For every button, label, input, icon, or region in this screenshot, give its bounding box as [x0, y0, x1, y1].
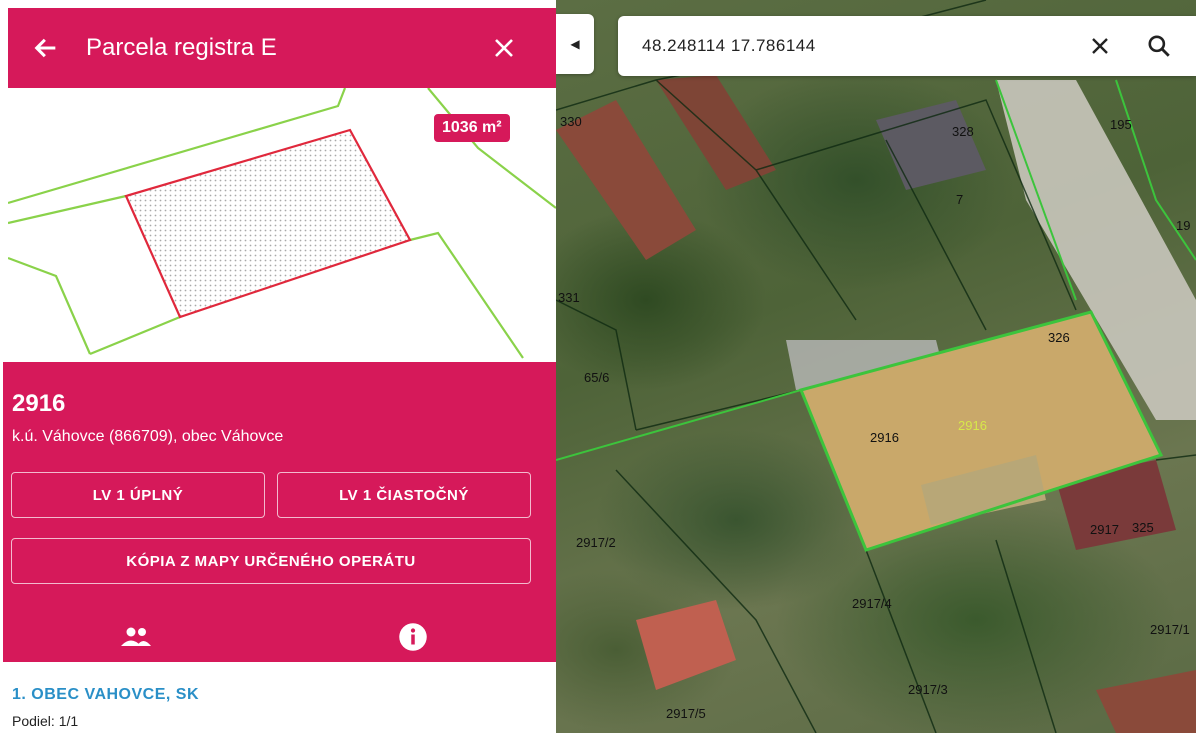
- map-label: 328: [952, 124, 974, 139]
- lv-partial-button[interactable]: LV 1 ČIASTOČNÝ: [277, 472, 531, 518]
- map-label: 325: [1132, 520, 1154, 535]
- map-label: 330: [560, 114, 582, 129]
- parcel-info-section: 2916 k.ú. Váhovce (866709), obec Váhovce…: [3, 362, 556, 665]
- map-label: 2917: [1090, 522, 1119, 537]
- tab-owners[interactable]: [3, 612, 269, 665]
- map-label: 7: [956, 192, 964, 207]
- owner-name[interactable]: 1. OBEC VAHOVCE, SK: [12, 686, 199, 704]
- clear-search-icon[interactable]: [1088, 34, 1112, 58]
- map-label: 326: [1048, 330, 1070, 345]
- parcel-panel: Parcela registra E 1036 m² 2916 k.ú. Váh…: [0, 0, 556, 733]
- map-label: 2917/3: [908, 682, 948, 697]
- search-bar: [618, 16, 1196, 76]
- parcel-number: 2916: [12, 390, 66, 417]
- collapse-panel-button[interactable]: ◀: [556, 14, 594, 74]
- area-badge: 1036 m²: [434, 114, 510, 142]
- lv-full-button[interactable]: LV 1 ÚPLNÝ: [11, 472, 265, 518]
- panel-header: Parcela registra E: [8, 8, 556, 88]
- owner-share: Podiel: 1/1: [12, 713, 79, 729]
- back-arrow-icon[interactable]: [32, 34, 60, 62]
- map-label: 2917/4: [852, 596, 892, 611]
- map-copy-button[interactable]: KÓPIA Z MAPY URČENÉHO OPERÁTU: [11, 538, 531, 584]
- map-label: 331: [558, 290, 580, 305]
- map-view[interactable]: 330 328 195 7 331 65/6 326 2916 2916 291…: [556, 0, 1196, 733]
- selected-parcel-shape: [124, 128, 412, 319]
- map-canvas: [556, 0, 1196, 733]
- close-icon[interactable]: [492, 36, 516, 60]
- map-label: 2917/5: [666, 706, 706, 721]
- coordinates-search-input[interactable]: [640, 35, 1044, 57]
- panel-title: Parcela registra E: [86, 34, 277, 61]
- search-icon[interactable]: [1146, 33, 1172, 59]
- caret-left-icon: ◀: [570, 37, 580, 51]
- map-label: 195: [1110, 117, 1132, 132]
- parcel-location: k.ú. Váhovce (866709), obec Váhovce: [12, 428, 284, 445]
- people-icon: [121, 627, 151, 646]
- map-label: 2916: [870, 430, 899, 445]
- map-label: 19: [1176, 218, 1191, 233]
- map-label: 65/6: [584, 370, 610, 385]
- map-label: 2917/2: [576, 535, 616, 550]
- map-label: 2917/1: [1150, 622, 1190, 637]
- parcel-preview-map: 1036 m²: [8, 88, 556, 362]
- tab-info[interactable]: [269, 612, 556, 662]
- map-label: 2916: [958, 418, 987, 433]
- info-icon: [398, 623, 427, 651]
